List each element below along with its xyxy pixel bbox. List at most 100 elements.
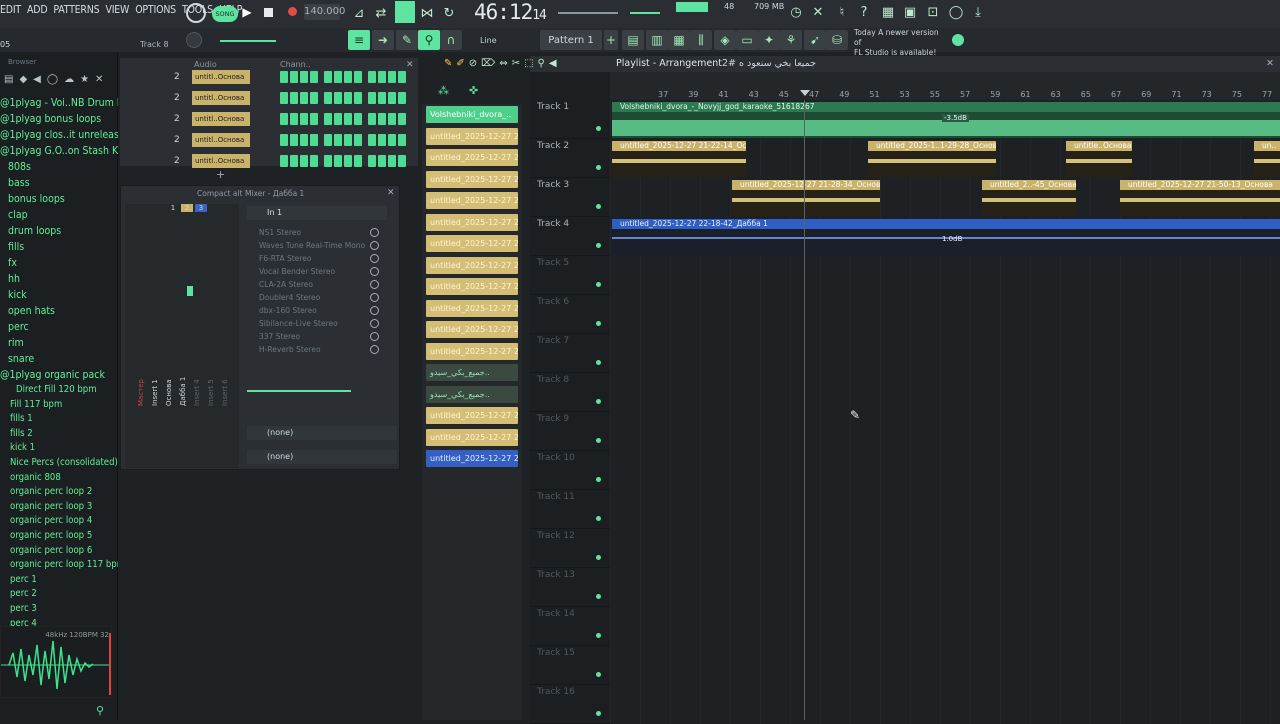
mixer-fx-slot[interactable]: CLA-2A Stereo	[247, 278, 397, 291]
send-2[interactable]: (none)	[247, 450, 397, 464]
channel-name-button[interactable]: untitl..Основа	[192, 112, 250, 126]
selected-fader[interactable]	[187, 286, 193, 296]
browser-file[interactable]: Fill 117 bpm	[0, 398, 118, 413]
browser-folder[interactable]: @1plyag - Voi..NB Drum Kit)	[0, 95, 118, 111]
step-pad[interactable]	[388, 113, 396, 125]
step-pad[interactable]	[290, 71, 298, 83]
step-pad[interactable]	[324, 92, 332, 104]
master-pitch-slider[interactable]	[558, 12, 618, 14]
playlist-track[interactable]: Track 10	[530, 451, 1280, 490]
fx-mix-knob[interactable]	[370, 306, 379, 315]
playback-icon[interactable]: ◀	[549, 58, 557, 69]
track-name[interactable]: Track 16	[537, 687, 575, 697]
step-pad[interactable]	[388, 92, 396, 104]
track-lane[interactable]	[610, 529, 1280, 568]
step-pad[interactable]	[280, 92, 288, 104]
browser-folder[interactable]: @1plyag bonus loops	[0, 111, 118, 127]
step-pad[interactable]	[310, 134, 318, 146]
step-pad[interactable]	[300, 71, 308, 83]
chat-icon[interactable]: ◯	[948, 4, 964, 20]
track-mute-led[interactable]	[596, 594, 601, 599]
step-pad[interactable]	[344, 71, 352, 83]
fx-mix-knob[interactable]	[370, 228, 379, 237]
browser-folder[interactable]: drum loops	[0, 223, 118, 239]
playlist-track[interactable]: Track 15	[530, 646, 1280, 685]
track-name[interactable]: Track 3	[537, 180, 569, 190]
step-pad[interactable]	[368, 71, 376, 83]
playlist-track[interactable]: Track 5	[530, 256, 1280, 295]
step-pad[interactable]	[310, 113, 318, 125]
step-pad[interactable]	[324, 71, 332, 83]
stop-button[interactable]	[264, 8, 273, 17]
picker-pattern-icon[interactable]: ⁂	[438, 84, 449, 98]
pattern-item[interactable]: untitled_2025-12-27 21..	[426, 235, 518, 252]
mixer-strip-label[interactable]: Insert 6	[221, 379, 229, 406]
step-pad[interactable]	[398, 134, 406, 146]
browser-folder[interactable]: @1plyag clos..it unreleased	[0, 127, 118, 143]
brush-button[interactable]: ✎	[396, 30, 418, 50]
metronome-icon[interactable]: ⊿	[350, 4, 368, 22]
step-pad[interactable]	[388, 134, 396, 146]
playlist-close-icon[interactable]: ✕	[1266, 58, 1274, 69]
browser-files-icon[interactable]: ▤	[4, 74, 13, 88]
track-lane[interactable]	[610, 334, 1280, 373]
menu-edit[interactable]: EDIT	[0, 4, 21, 16]
blend-icon[interactable]: ⋈	[418, 4, 436, 22]
browser-star-icon[interactable]: ★	[80, 74, 89, 88]
help-icon[interactable]: ?	[856, 4, 872, 20]
browser-file[interactable]: perc 2	[0, 587, 118, 602]
step-pad[interactable]	[290, 155, 298, 167]
plugin-database-icon[interactable]: ✦	[758, 30, 780, 50]
browser-folder[interactable]: fx	[0, 255, 118, 271]
step-pad[interactable]	[344, 113, 352, 125]
step-pad[interactable]	[290, 113, 298, 125]
step-pad[interactable]	[354, 113, 362, 125]
fx-mix-knob[interactable]	[370, 332, 379, 341]
track-name[interactable]: Track 8	[537, 375, 569, 385]
track-name[interactable]: Track 7	[537, 336, 569, 346]
history-icon[interactable]: ◷	[788, 4, 804, 20]
mixer-icon[interactable]: ⫼	[690, 30, 712, 50]
step-pad[interactable]	[398, 92, 406, 104]
magnet-button[interactable]: ∩	[440, 30, 462, 50]
pattern-item[interactable]: untitled_2025-12-27 21..	[426, 127, 518, 145]
track-mute-led[interactable]	[596, 282, 601, 287]
pattern-item[interactable]: untitled_2025-12-27 21..	[426, 149, 518, 166]
pencil-icon[interactable]: ✎	[444, 58, 452, 69]
track-mute-led[interactable]	[596, 438, 601, 443]
step-pad[interactable]	[324, 134, 332, 146]
browser-globe-icon[interactable]: ◯	[47, 74, 58, 88]
pattern-item[interactable]: untitled_2025-12-27 22..	[426, 342, 518, 360]
track-name[interactable]: Track 10	[537, 453, 575, 463]
playlist-track[interactable]: Track 2 untitled_2025-12-27 21-22-14_Осно…	[530, 139, 1280, 178]
track-mute-led[interactable]	[596, 516, 601, 521]
step-pad[interactable]	[344, 92, 352, 104]
step-pad[interactable]	[280, 71, 288, 83]
playlist-track[interactable]: Track 1 Volshebniki_dvora_-_Novyjj_god_ka…	[530, 100, 1280, 139]
track-mute-led[interactable]	[596, 360, 601, 365]
channel-name-button[interactable]: untitl..Основа	[192, 70, 250, 84]
step-pad[interactable]	[354, 134, 362, 146]
playlist-track[interactable]: Track 8	[530, 373, 1280, 412]
playlist-track[interactable]: Track 6	[530, 295, 1280, 334]
track-lane[interactable]	[610, 412, 1280, 451]
audio-clip[interactable]: untitled_2..-45_Основа	[982, 180, 1076, 216]
main-volume-slider[interactable]	[220, 40, 276, 42]
browser-file[interactable]: organic perc loop 5	[0, 529, 118, 544]
fx-mix-knob[interactable]	[370, 254, 379, 263]
step-pad[interactable]	[334, 113, 342, 125]
track-name[interactable]: Track 2	[537, 141, 569, 151]
channel-row[interactable]: 2 untitl..Основа	[120, 133, 418, 151]
track-name[interactable]: Track 11	[537, 492, 575, 502]
menu-add[interactable]: ADD	[27, 4, 48, 16]
step-pad[interactable]	[334, 71, 342, 83]
track-lane[interactable]	[610, 685, 1280, 724]
step-pad[interactable]	[368, 155, 376, 167]
step-pad[interactable]	[354, 155, 362, 167]
step-pad[interactable]	[368, 113, 376, 125]
mixer-fx-slot[interactable]: dbx-160 Stereo	[247, 304, 397, 317]
track-name[interactable]: Track 5	[537, 258, 569, 268]
mute-tool-icon[interactable]: ⌦	[481, 58, 495, 69]
step-pad[interactable]	[344, 155, 352, 167]
loop-record-icon[interactable]: ↻	[440, 4, 458, 22]
